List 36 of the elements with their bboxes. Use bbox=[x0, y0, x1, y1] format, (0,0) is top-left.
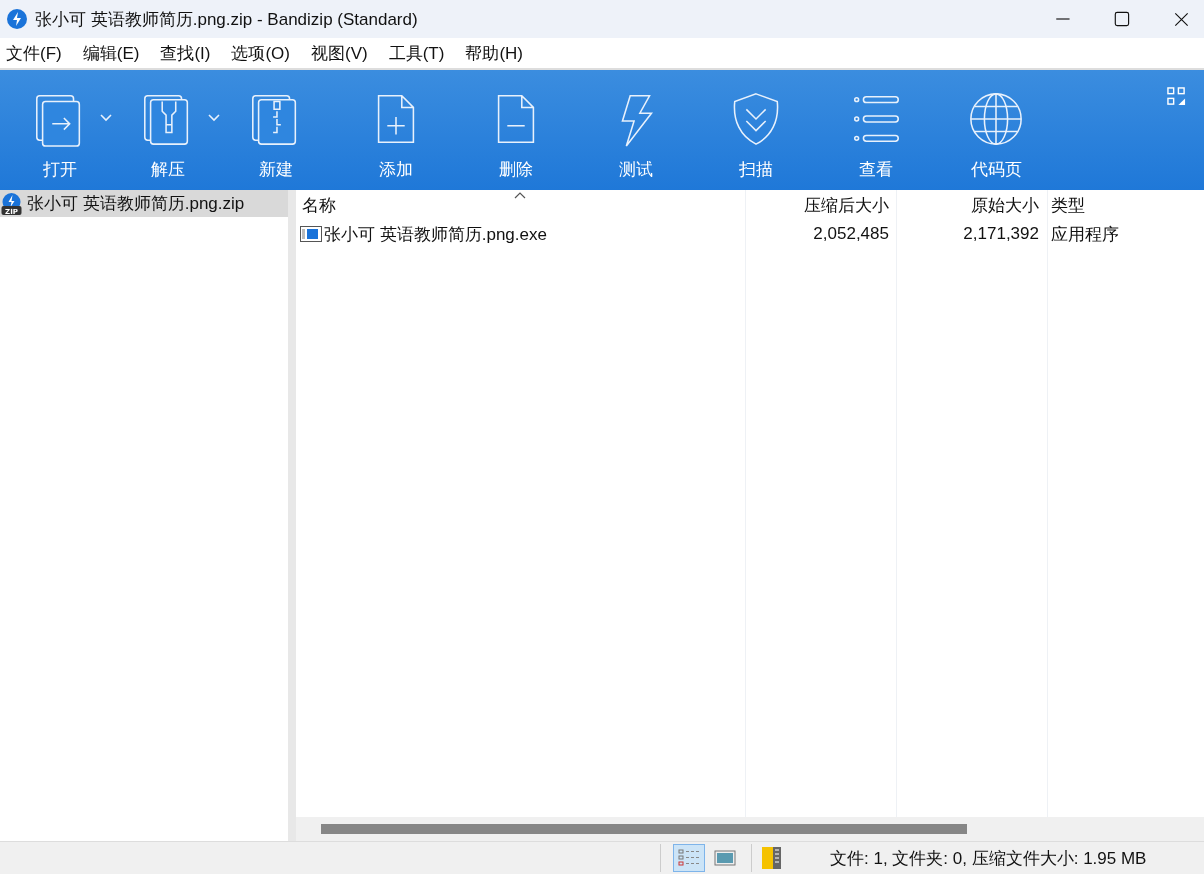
status-text: 文件: 1, 文件夹: 0, 压缩文件大小: 1.95 MB bbox=[830, 847, 1147, 870]
details-view-icon[interactable] bbox=[673, 844, 705, 872]
table-cell-text: 张小可 英语教师简历.png.exe bbox=[324, 223, 547, 246]
menu-item[interactable]: 视图(V) bbox=[311, 41, 368, 65]
column-header[interactable]: 名称 bbox=[296, 190, 745, 220]
scrollbar-thumb[interactable] bbox=[321, 824, 967, 834]
toolbar-button[interactable]: 解压 bbox=[122, 70, 214, 190]
menu-item[interactable]: 选项(O) bbox=[231, 41, 290, 65]
table-cell-text: 应用程序 bbox=[1051, 223, 1119, 246]
toolbar-button[interactable]: 打开 bbox=[14, 70, 106, 190]
toolbar-button[interactable]: 删除 bbox=[470, 70, 562, 190]
column-header[interactable]: 原始大小 bbox=[895, 190, 1045, 220]
table-cell: 2,171,392 bbox=[963, 224, 1039, 244]
app-logo-icon bbox=[7, 9, 27, 29]
toolbar-button[interactable]: 新建 bbox=[230, 70, 322, 190]
table-cell: 2,052,485 bbox=[813, 224, 889, 244]
column-header[interactable]: 压缩后大小 bbox=[745, 190, 895, 220]
application-icon bbox=[300, 226, 322, 242]
toolbar-button[interactable]: 添加 bbox=[350, 70, 442, 190]
caret-icon[interactable] bbox=[100, 114, 112, 122]
toolbar-button[interactable]: 扫描 bbox=[710, 70, 802, 190]
layout-icon[interactable] bbox=[1167, 87, 1186, 106]
caret-icon[interactable] bbox=[208, 114, 220, 122]
globe-icon bbox=[967, 90, 1025, 148]
toolbar-button[interactable]: 代码页 bbox=[950, 70, 1042, 190]
file-row[interactable]: 张小可 英语教师简历.png.exe 2,052,485 2,171,392 应用程序 bbox=[296, 220, 1204, 248]
column-header[interactable]: 类型 bbox=[1045, 190, 1204, 220]
menu-item[interactable]: 帮助(H) bbox=[465, 41, 523, 65]
menu-item[interactable]: 文件(F) bbox=[6, 41, 62, 65]
window-title: 张小可 英语教师简历.png.zip - Bandizip (Standard) bbox=[35, 8, 419, 31]
menu-item[interactable]: 编辑(E) bbox=[82, 41, 140, 65]
menu-item[interactable]: 查找(I) bbox=[160, 41, 211, 65]
toolbar-button[interactable]: 查看 bbox=[830, 70, 922, 190]
menu-item[interactable]: 工具(T) bbox=[388, 41, 445, 65]
toolbar-button[interactable]: 测试 bbox=[590, 70, 682, 190]
archive-folder-icon bbox=[760, 845, 784, 871]
